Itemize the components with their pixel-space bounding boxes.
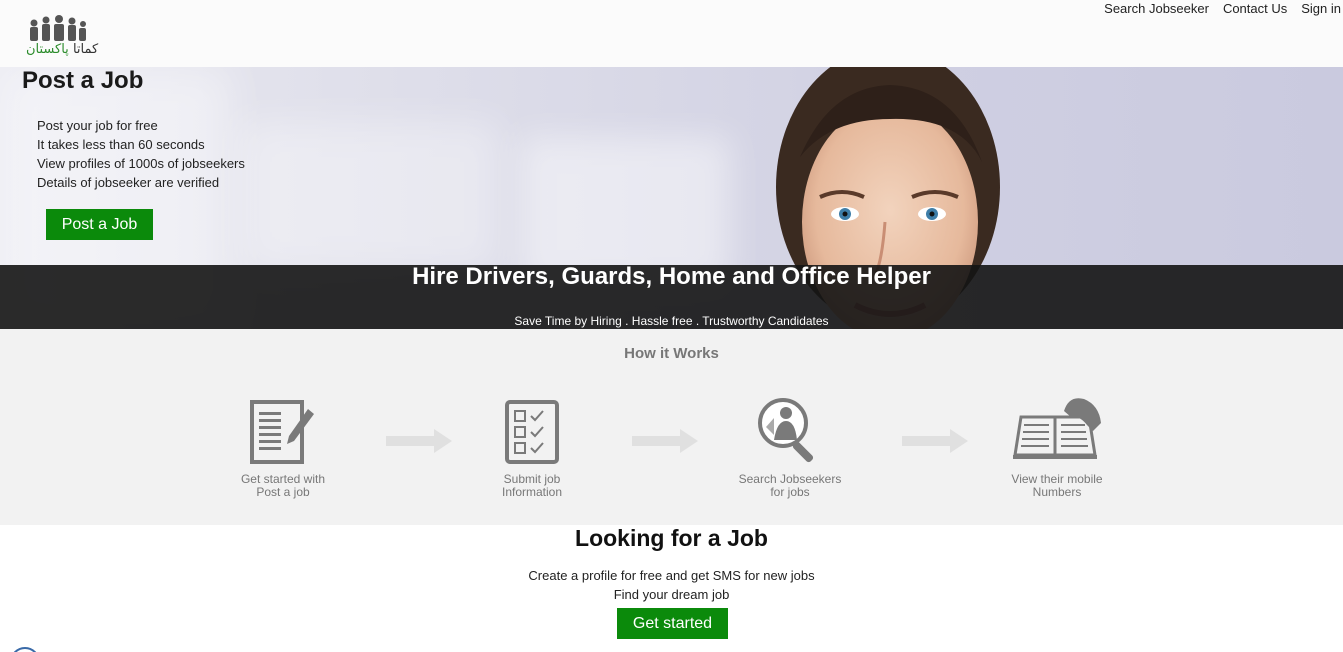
looking-line-2: Find your dream job [613, 587, 730, 602]
post-a-job-button[interactable]: Post a Job [46, 209, 153, 240]
arrow-right-icon [632, 429, 698, 453]
people-silhouette-icon [30, 15, 86, 41]
step-search-jobseekers: Search Jobseekers for jobs [726, 395, 854, 499]
step-label-2: Numbers [1032, 485, 1082, 499]
hire-banner: Hire Drivers, Guards, Home and Office He… [0, 265, 1343, 329]
step-label-2: Information [501, 485, 563, 499]
get-started-button[interactable]: Get started [617, 608, 728, 639]
checklist-icon [505, 400, 559, 464]
list-item: Details of jobseeker are verified [37, 175, 220, 190]
top-nav: Search Jobseeker Contact Us Sign in [1104, 1, 1341, 16]
list-item: Post your job for free [37, 118, 158, 133]
banner-tagline: Save Time by Hiring . Hassle free . Trus… [514, 314, 829, 328]
step-label-2: for jobs [770, 485, 810, 499]
step-label-2: Post a job [256, 485, 310, 499]
header: کماتا پاکستان Search Jobseeker Contact U… [0, 0, 1343, 67]
arrow-right-icon [386, 429, 452, 453]
looking-title: Looking for a Job [575, 525, 768, 551]
phone-book-icon [1013, 398, 1101, 459]
how-it-works-title: How it Works [624, 345, 719, 362]
looking-for-job-section: Looking for a Job Create a profile for f… [0, 525, 1343, 652]
hero-title: Post a Job [22, 67, 144, 94]
how-it-works-section: How it Works Get started with Post a job [0, 329, 1343, 525]
list-item: It takes less than 60 seconds [37, 137, 205, 152]
nav-contact-us[interactable]: Contact Us [1223, 1, 1287, 16]
nav-search-jobseeker[interactable]: Search Jobseeker [1104, 1, 1209, 16]
site-logo[interactable]: کماتا پاکستان [24, 15, 98, 60]
list-item: View profiles of 1000s of jobseekers [37, 156, 245, 171]
logo-text-dark: کماتا [72, 42, 99, 57]
banner-headline: Hire Drivers, Guards, Home and Office He… [412, 263, 931, 290]
page: کماتا پاکستان Search Jobseeker Contact U… [0, 0, 1343, 652]
document-pencil-icon [250, 400, 314, 464]
arrow-right-icon [902, 429, 968, 453]
step-post-job: Get started with Post a job [222, 399, 344, 499]
magnifier-person-icon [758, 398, 814, 463]
looking-line-1: Create a profile for free and get SMS fo… [528, 568, 815, 583]
logo-text: کماتا پاکستان [26, 42, 98, 57]
step-submit-info: Submit job Information [474, 399, 590, 499]
step-view-numbers: View their mobile Numbers [996, 395, 1118, 499]
logo-text-green: پاکستان [26, 42, 69, 57]
nav-sign-in[interactable]: Sign in [1301, 1, 1341, 16]
hero-benefits-list: Post your job for free It takes less tha… [37, 116, 245, 192]
